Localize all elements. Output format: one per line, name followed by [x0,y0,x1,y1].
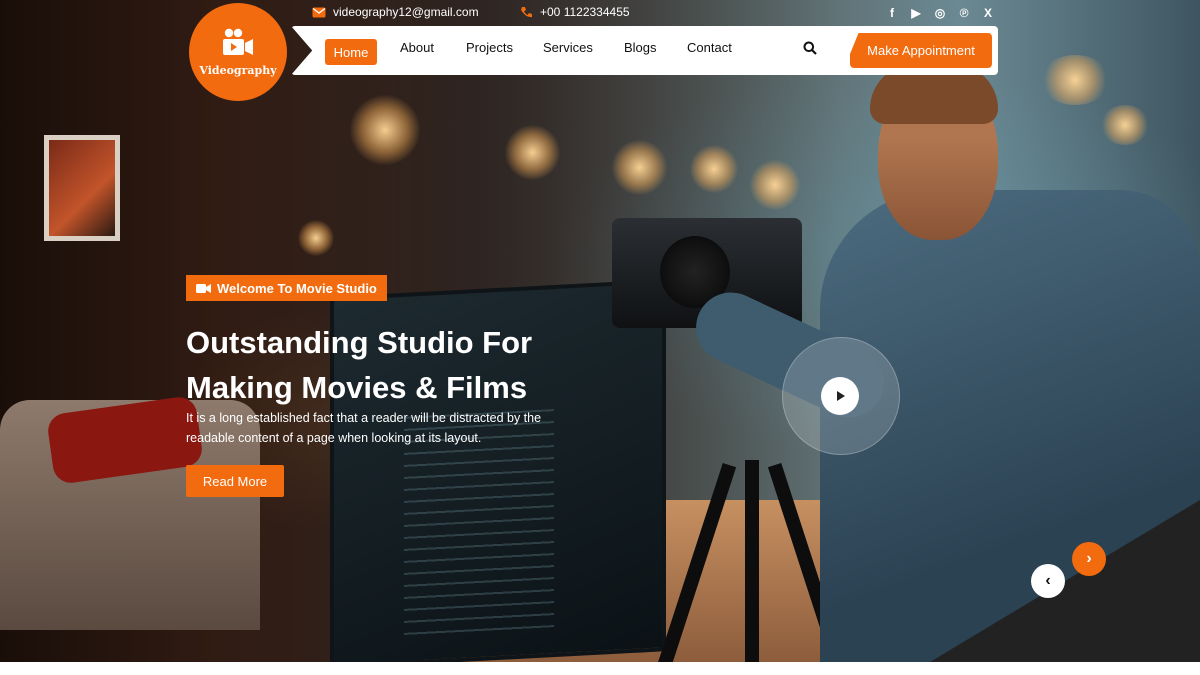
top-bar: videography12@gmail.com +00 1122334455 f… [0,0,1200,26]
search-icon [803,41,817,55]
main-navigation: Home About Projects Services Blogs Conta… [291,26,998,75]
play-video-button[interactable] [821,377,859,415]
play-icon [837,391,845,401]
phone-contact[interactable]: +00 1122334455 [520,5,630,19]
chevron-left-icon: ‹ [1045,572,1051,589]
nav-item-contact[interactable]: Contact [687,40,732,55]
phone-icon [521,6,532,17]
nav-item-about[interactable]: About [400,40,434,55]
ceiling-light [298,220,334,256]
video-camera-logo-icon [223,28,253,55]
hero-description: It is a long established fact that a rea… [186,411,542,445]
make-appointment-button[interactable]: Make Appointment [850,33,992,68]
video-icon [196,283,211,293]
youtube-icon[interactable]: ▶ [909,6,923,20]
phone-text: +00 1122334455 [540,5,630,19]
chevron-right-icon: › [1086,550,1092,567]
site-logo[interactable]: Videography [189,3,287,101]
nav-item-blogs[interactable]: Blogs [624,40,657,55]
nav-item-projects[interactable]: Projects [466,40,513,55]
envelope-icon [312,7,326,17]
ceiling-light [612,140,667,195]
nav-item-home[interactable]: Home [325,39,377,65]
pinterest-icon[interactable]: ℗ [957,6,971,20]
social-links: f ▶ ◎ ℗ X [885,6,995,20]
slider-next-button[interactable]: › [1072,542,1106,576]
welcome-badge: Welcome To Movie Studio [186,275,387,301]
welcome-badge-text: Welcome To Movie Studio [217,280,377,296]
ceiling-light [505,125,560,180]
ceiling-light [350,95,420,165]
page-bottom-strip [0,662,1200,675]
slider-prev-button[interactable]: ‹ [1031,564,1065,598]
facebook-icon[interactable]: f [885,6,899,20]
instagram-icon[interactable]: ◎ [933,6,947,20]
dark-corner-shape [930,500,1200,662]
read-more-button[interactable]: Read More [186,465,284,497]
wall-picture [44,135,120,241]
nav-item-services[interactable]: Services [543,40,593,55]
hero-title-line-1: Outstanding Studio For [186,325,533,360]
logo-brand-text: Videography [199,63,277,77]
ceiling-light [690,145,738,193]
hero-title: Outstanding Studio For Making Movies & F… [186,320,606,410]
hero-title-line-2: Making Movies & Films [186,370,528,405]
email-contact[interactable]: videography12@gmail.com [312,5,479,19]
search-button[interactable] [803,41,817,60]
email-text: videography12@gmail.com [333,5,479,19]
x-icon[interactable]: X [981,6,995,20]
